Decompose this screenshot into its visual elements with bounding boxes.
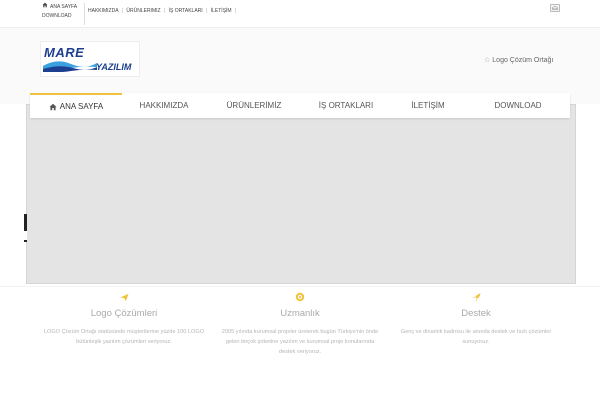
star-icon: ☆: [484, 57, 491, 64]
features-section: Logo Çözümleri LOGO Çözüm Ortağı statüsü…: [0, 286, 600, 400]
top-menu-separator: |: [206, 8, 208, 14]
badge-icon: [212, 290, 388, 304]
top-link-download[interactable]: DOWNLOAD: [42, 13, 84, 20]
feature-logo-solutions: Logo Çözümleri LOGO Çözüm Ortağı statüsü…: [36, 287, 212, 347]
top-menu: HAKKIMIZDA | ÜRÜNLERIMIZ | İŞ ORTAKLARI …: [88, 8, 238, 14]
feature-text: LOGO Çözüm Ortağı statüsünde müşterileri…: [43, 329, 205, 345]
feature-text: Genç ve dinamik kadrosu ile anında deste…: [400, 329, 552, 345]
nav-item-contact[interactable]: İLETİŞİM: [390, 93, 466, 118]
nav-item-about[interactable]: HAKKIMIZDA: [122, 93, 206, 118]
nav-item-home[interactable]: ANA SAYFA: [30, 93, 122, 118]
partner-label: Logo Çözüm Ortağı: [492, 57, 554, 64]
top-link-home[interactable]: ANA SAYFA: [42, 2, 84, 11]
top-bar: ANA SAYFA DOWNLOAD HAKKIMIZDA | ÜRÜNLERI…: [0, 0, 600, 28]
top-menu-separator: |: [121, 8, 123, 14]
partner-badge: ☆ Logo Çözüm Ortağı: [484, 56, 553, 64]
top-menu-contact[interactable]: İLETİŞİM: [211, 8, 232, 14]
top-divider: [84, 3, 85, 25]
logo-text-yazilim: YAZILIM: [96, 62, 132, 72]
top-link-home-label: ANA SAYFA: [50, 4, 78, 10]
feature-support: Destek Genç ve dinamik kadrosu ile anınd…: [388, 287, 564, 347]
top-menu-about[interactable]: HAKKIMIZDA: [88, 8, 118, 14]
top-menu-products[interactable]: ÜRÜNLERIMIZ: [126, 8, 160, 14]
nav-item-products[interactable]: ÜRÜNLERİMİZ: [206, 93, 302, 118]
home-icon: [49, 103, 57, 111]
feature-title: Logo Çözümleri: [90, 308, 158, 319]
top-left-links: ANA SAYFA DOWNLOAD: [42, 2, 84, 20]
logo-wave-icon: [43, 61, 97, 72]
top-menu-separator: |: [163, 8, 166, 14]
feature-expertise: Uzmanlık 2005 yılında kurumsal projeler …: [212, 287, 388, 357]
feature-text: 2005 yılında kurumsal projeler üreterek …: [221, 329, 379, 355]
feature-title: Destek: [461, 308, 491, 319]
hero-slider[interactable]: [26, 104, 576, 284]
nav-item-download[interactable]: DOWNLOAD: [466, 93, 570, 118]
rocket-icon: [388, 290, 564, 304]
home-icon: [42, 2, 48, 11]
top-menu-separator: |: [234, 8, 237, 14]
site-logo[interactable]: MARE YAZILIM: [40, 41, 140, 77]
main-nav: ANA SAYFA HAKKIMIZDA ÜRÜNLERİMİZ İŞ ORTA…: [30, 93, 570, 118]
slider-nav-gap: [24, 231, 27, 240]
nav-item-home-label: ANA SAYFA: [59, 102, 104, 111]
nav-item-partners[interactable]: İŞ ORTAKLARI: [302, 93, 390, 118]
mail-icon[interactable]: [550, 4, 560, 12]
send-icon: [36, 290, 212, 304]
feature-title: Uzmanlık: [280, 308, 320, 319]
top-menu-partners[interactable]: İŞ ORTAKLARI: [169, 8, 203, 14]
